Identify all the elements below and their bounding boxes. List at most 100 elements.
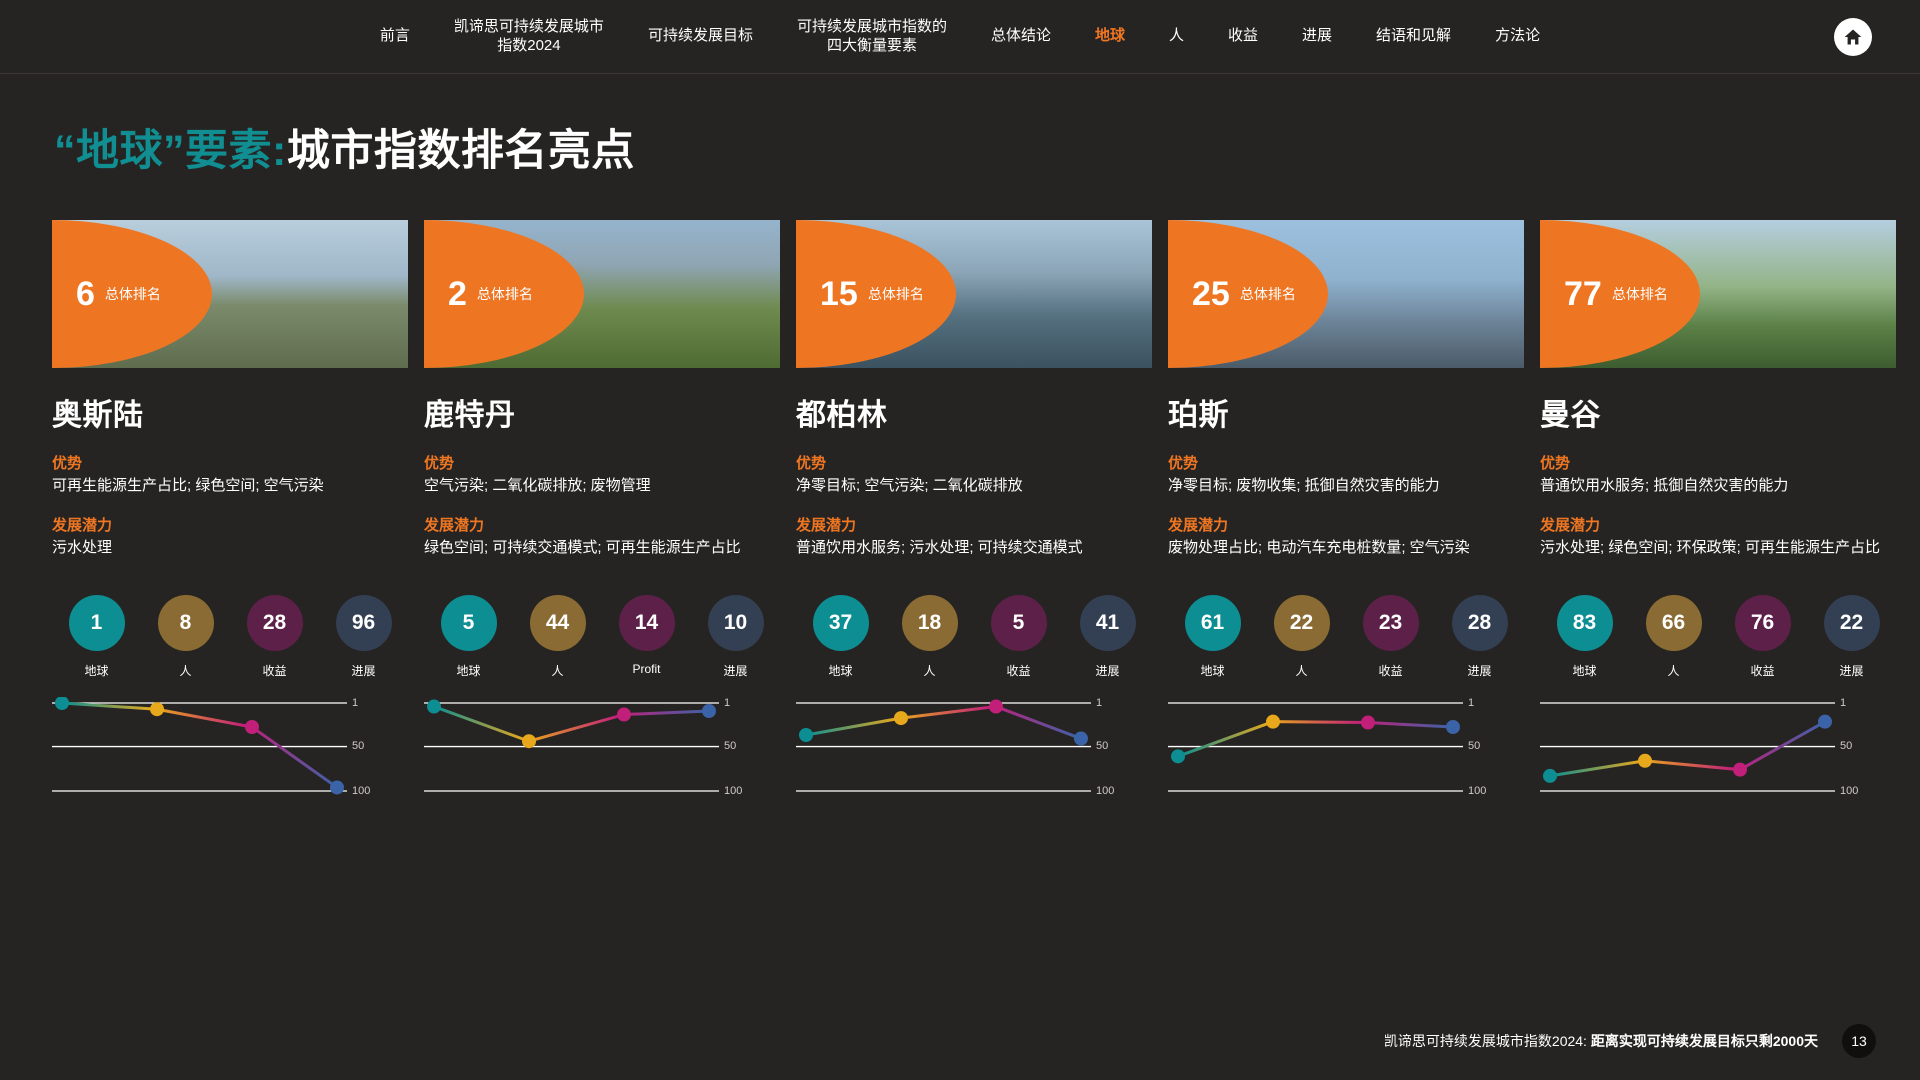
pillar-label: 进展 [1467, 663, 1492, 678]
city-card-list: 6 总体排名 奥斯陆 优势 可再生能源生产占比; 绿色空间; 空气污染 发展潜力 污水处理 1… [52, 220, 1920, 807]
pillar-value: 18 [901, 594, 958, 651]
home-icon [1844, 29, 1862, 44]
potential-heading: 发展潜力 [1540, 517, 1601, 535]
top-navigation-bar: 前言 凯谛思可持续发展城市 指数2024 可持续发展目标 可持续发展城市指数的 四大衡… [0, 0, 1920, 74]
pillar-score: 61 地球 [1168, 594, 1257, 679]
pillar-score: 28 收益 [230, 594, 319, 679]
strengths-text: 净零目标; 废物收集; 抵御自然灾害的能力 [1168, 477, 1440, 494]
potential-text: 废物处理占比; 电动汽车充电桩数量; 空气污染 [1168, 539, 1470, 557]
city-card: 2 总体排名 鹿特丹 优势 空气污染; 二氧化碳排放; 废物管理 发展潜力 绿色空间; 可持… [424, 220, 780, 807]
rank-caption: 总体排名 [104, 286, 161, 302]
y-tick-label: 1 [1468, 696, 1475, 709]
pillar-label: 进展 [1095, 663, 1120, 678]
nav-item-7[interactable]: 收益 [1206, 27, 1280, 46]
pillar-score: 96 进展 [319, 594, 408, 679]
card-image: 77 总体排名 [1540, 220, 1896, 368]
nav-item-5[interactable]: 地球 [1073, 27, 1147, 46]
rank-number: 2 [448, 275, 467, 313]
pillar-label: Profit [632, 661, 661, 676]
pillar-trend-chart: 1 50 100 [1168, 697, 1498, 807]
pillar-label: 进展 [351, 663, 376, 678]
pillar-score: 28 进展 [1435, 594, 1524, 679]
pillar-score: 1 地球 [52, 594, 141, 679]
city-name: 珀斯 [1168, 399, 1229, 432]
strengths-text: 空气污染; 二氧化碳排放; 废物管理 [424, 477, 651, 494]
pillar-score: 41 进展 [1063, 594, 1152, 679]
nav-item-2[interactable]: 可持续发展目标 [626, 27, 775, 46]
pillar-score: 22 进展 [1807, 594, 1896, 679]
y-tick-label: 50 [1096, 740, 1109, 753]
pillar-value: 96 [335, 594, 392, 651]
strengths-text: 可再生能源生产占比; 绿色空间; 空气污染 [52, 477, 324, 494]
nav-item-9[interactable]: 结语和见解 [1354, 27, 1473, 46]
rank-caption: 总体排名 [867, 286, 924, 302]
pillar-score: 14 Profit [602, 594, 691, 679]
pillar-label: 地球 [828, 663, 853, 678]
pillar-label: 人 [923, 663, 936, 678]
pillar-value: 22 [1823, 594, 1880, 651]
y-tick-label: 50 [1468, 740, 1481, 753]
city-name: 都柏林 [796, 399, 888, 432]
strengths-heading: 优势 [1168, 455, 1199, 472]
y-tick-label: 100 [724, 784, 743, 797]
potential-heading: 发展潜力 [424, 517, 485, 535]
pillar-score: 23 收益 [1346, 594, 1435, 679]
pillar-score-list: 5 地球 44 人 14 Profit 10 进展 [424, 594, 780, 679]
nav-item-0[interactable]: 前言 [358, 27, 432, 46]
pillar-label: 人 [1295, 663, 1308, 678]
nav-item-8[interactable]: 进展 [1280, 27, 1354, 46]
potential-text: 污水处理 [52, 539, 113, 557]
nav-item-3[interactable]: 可持续发展城市指数的 四大衡量要素 [775, 18, 969, 56]
footer: 凯谛思可持续发展城市指数2024: 距离实现可持续发展目标只剩2000天 13 [1384, 1024, 1876, 1058]
pillar-value: 61 [1184, 594, 1241, 651]
pillar-value: 28 [246, 594, 303, 651]
city-card: 6 总体排名 奥斯陆 优势 可再生能源生产占比; 绿色空间; 空气污染 发展潜力 污水处理 1… [52, 220, 408, 807]
nav-item-1[interactable]: 凯谛思可持续发展城市 指数2024 [432, 18, 626, 56]
y-tick-label: 50 [724, 740, 737, 753]
potential-text: 绿色空间; 可持续交通模式; 可再生能源生产占比 [424, 539, 741, 557]
pillar-score: 37 地球 [796, 594, 885, 679]
potential-heading: 发展潜力 [1168, 517, 1229, 535]
rank-caption: 总体排名 [1611, 286, 1668, 302]
pillar-value: 14 [618, 594, 675, 651]
rank-number: 25 [1192, 275, 1230, 313]
pillar-value: 66 [1645, 594, 1702, 651]
pillar-score: 10 进展 [691, 594, 780, 679]
nav-item-6[interactable]: 人 [1147, 27, 1206, 46]
pillar-value: 44 [529, 594, 586, 651]
pillar-score-list: 61 地球 22 人 23 收益 28 进展 [1168, 594, 1524, 679]
pillar-value: 23 [1362, 594, 1419, 651]
card-image: 15 总体排名 [796, 220, 1152, 368]
pillar-value: 41 [1079, 594, 1136, 651]
pillar-label: 地球 [84, 663, 109, 678]
pillar-value: 8 [157, 594, 214, 651]
pillar-score: 18 人 [885, 594, 974, 679]
city-card: 77 总体排名 曼谷 优势 普通饮用水服务; 抵御自然灾害的能力 发展潜力 污水处理; 绿色… [1540, 220, 1896, 807]
pillar-value: 22 [1273, 594, 1330, 651]
pillar-score: 76 收益 [1718, 594, 1807, 679]
pillar-trend-chart: 1 50 100 [424, 697, 754, 807]
pillar-score: 8人 [141, 594, 230, 679]
y-tick-label: 1 [724, 696, 731, 709]
home-button[interactable] [1834, 17, 1872, 56]
pillar-value: 37 [812, 594, 869, 651]
pillar-score: 44 人 [513, 594, 602, 679]
card-image: 6 总体排名 [52, 220, 408, 368]
chart-y-axis-labels: 1 50 100 [1836, 697, 1876, 807]
pillar-score-list: 83 地球 66 人 76 收益 22 进展 [1540, 594, 1896, 679]
pillar-score: 22 人 [1257, 594, 1346, 679]
pillar-score: 5 地球 [424, 594, 513, 679]
pillar-value: 28 [1451, 594, 1508, 651]
page-title-highlight: “地球”要素: [54, 127, 287, 175]
nav-item-4[interactable]: 总体结论 [969, 27, 1073, 46]
pillar-value: 5 [990, 594, 1047, 651]
chart-y-axis-labels: 1 50 100 [1464, 697, 1504, 807]
y-tick-label: 50 [1840, 740, 1853, 753]
pillar-label: 收益 [262, 663, 287, 678]
pillar-score: 5 收益 [974, 594, 1063, 679]
nav-item-10[interactable]: 方法论 [1473, 27, 1562, 46]
card-image: 2 总体排名 [424, 220, 780, 368]
pillar-label: 人 [551, 663, 564, 678]
chart-y-axis-labels: 1 50 100 [1092, 697, 1132, 807]
strengths-heading: 优势 [1540, 455, 1571, 472]
